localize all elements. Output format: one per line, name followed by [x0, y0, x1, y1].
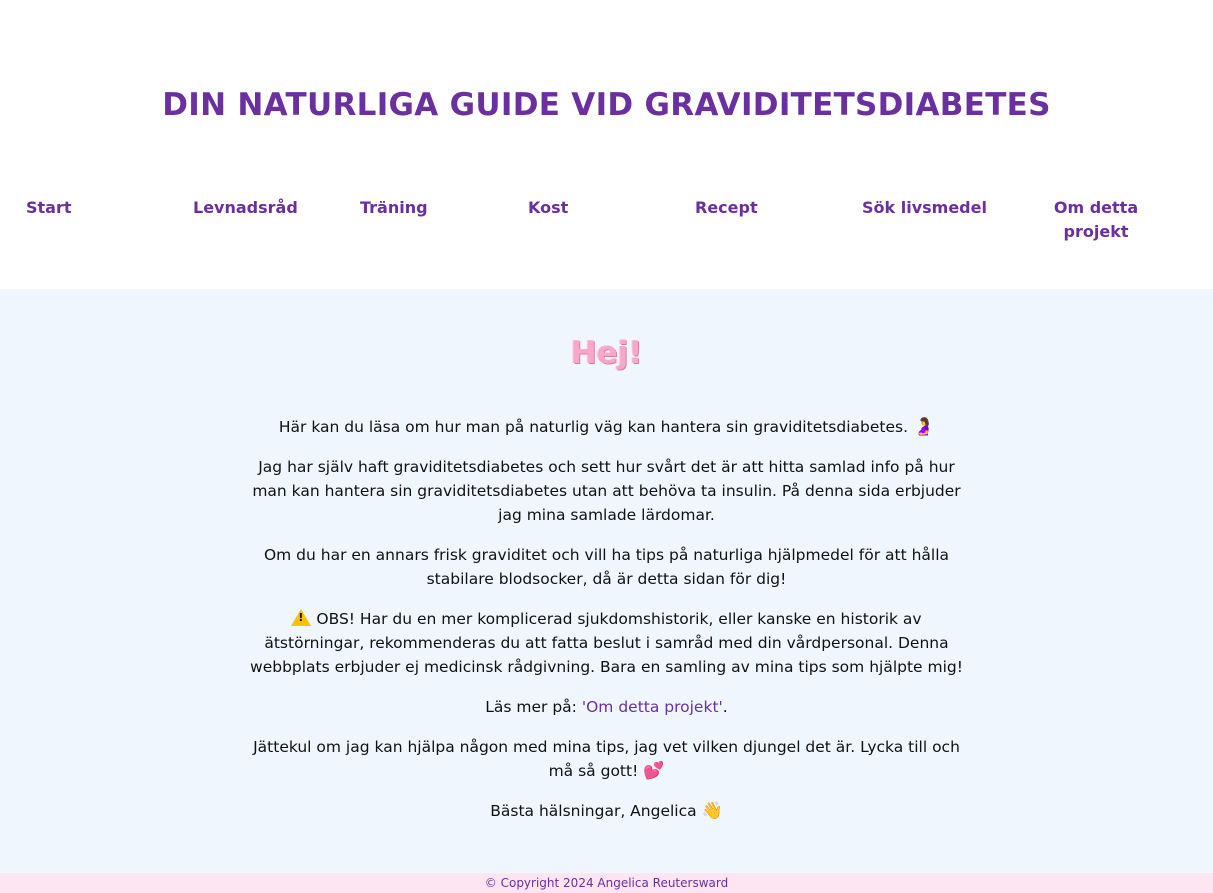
nav-link-start[interactable]: Start — [26, 196, 72, 220]
two-hearts-icon: 💕 — [643, 761, 665, 781]
nav-link-levnadsrad[interactable]: Levnadsråd — [193, 196, 298, 220]
site-title: DIN NATURLIGA GUIDE VID GRAVIDITETSDIABE… — [162, 87, 1051, 123]
copyright-text: © Copyright 2024 Angelica Reutersward — [484, 876, 729, 890]
pregnant-woman-icon: 🤰 — [912, 417, 935, 437]
main-content: Hej! Här kan du läsa om hur man på natur… — [0, 289, 1213, 873]
main-nav: Start Levnadsråd Träning Kost Recept Sök… — [0, 196, 1213, 256]
warning-icon — [291, 609, 312, 626]
about-project-link[interactable]: 'Om detta projekt' — [582, 698, 723, 716]
good-luck-text: Jättekul om jag kan hjälpa någon med min… — [253, 738, 960, 780]
audience-paragraph: Om du har en annars frisk graviditet och… — [263, 546, 950, 588]
signature-paragraph: Bästa hälsningar, Angelica 👋 — [250, 799, 963, 823]
intro-text-line: Här kan du läsa om hur man på naturlig v… — [278, 418, 909, 436]
page: DIN NATURLIGA GUIDE VID GRAVIDITETSDIABE… — [0, 0, 1213, 893]
background-paragraph: Jag har själv haft graviditetsdiabetes o… — [252, 458, 961, 524]
intro-paragraph: Här kan du läsa om hur man på naturlig v… — [250, 415, 963, 439]
nav-link-traning[interactable]: Träning — [360, 196, 428, 220]
site-header: DIN NATURLIGA GUIDE VID GRAVIDITETSDIABE… — [0, 0, 1213, 289]
waving-hand-icon: 👋 — [701, 801, 723, 821]
signature-text: Bästa hälsningar, Angelica — [490, 802, 697, 820]
greeting-heading: Hej! — [570, 335, 643, 371]
warning-text: OBS! Har du en mer komplicerad sjukdomsh… — [250, 610, 963, 676]
good-luck-paragraph: Jättekul om jag kan hjälpa någon med min… — [250, 735, 963, 783]
warning-paragraph: OBS! Har du en mer komplicerad sjukdomsh… — [250, 607, 963, 679]
read-more-prefix: Läs mer på: — [485, 698, 582, 716]
site-footer: © Copyright 2024 Angelica Reutersward — [0, 873, 1213, 893]
nav-link-recept[interactable]: Recept — [695, 196, 758, 220]
nav-link-om-detta-projekt[interactable]: Om detta projekt — [1036, 196, 1156, 244]
read-more-paragraph: Läs mer på: 'Om detta projekt'. — [250, 695, 963, 719]
intro-text: Här kan du läsa om hur man på naturlig v… — [250, 415, 963, 839]
nav-link-sok-livsmedel[interactable]: Sök livsmedel — [862, 196, 987, 220]
nav-link-kost[interactable]: Kost — [528, 196, 568, 220]
read-more-suffix: . — [722, 698, 728, 716]
